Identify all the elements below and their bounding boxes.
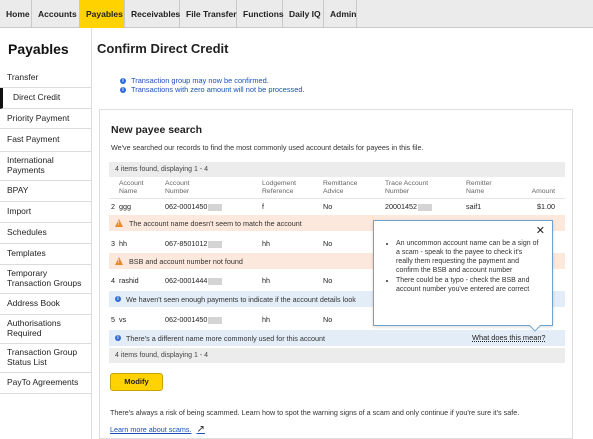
- tab-daily-iq[interactable]: Daily IQ: [283, 0, 324, 28]
- items-found-footer: 4 items found, displaying 1 - 4: [109, 348, 565, 363]
- remittance-advice: No: [323, 202, 333, 211]
- info-row-text: There's a different name more commonly u…: [126, 333, 325, 343]
- tab-home[interactable]: Home: [0, 0, 32, 28]
- lodgement-reference: hh: [262, 239, 270, 248]
- masked-digits: [208, 203, 223, 211]
- scam-warning-text: There's always a risk of being scammed. …: [110, 408, 520, 417]
- lodgement-reference: hh: [262, 315, 270, 324]
- account-name: ggg: [119, 202, 131, 211]
- sidebar-item-direct-credit[interactable]: Direct Credit: [0, 88, 91, 109]
- row-index: 2: [111, 202, 115, 211]
- masked-digits: [208, 277, 223, 285]
- info-icon: i: [115, 335, 121, 341]
- sidebar-item-import[interactable]: Import: [0, 202, 91, 223]
- account-number-text: 062-0001450: [165, 202, 208, 211]
- tab-file-transfer[interactable]: File Transfer: [180, 0, 237, 28]
- remitter-name: saif1: [466, 202, 482, 211]
- items-found-header: 4 items found, displaying 1 - 4: [109, 162, 565, 177]
- trace-account-number: 20001452: [385, 202, 432, 211]
- tab-accounts[interactable]: Accounts: [32, 0, 80, 28]
- info-row-text: We haven't seen enough payments to indic…: [126, 294, 356, 304]
- panel-title: New payee search: [111, 124, 203, 136]
- sidebar-title: Payables: [8, 41, 69, 57]
- sidebar-item-payto-agreements[interactable]: PayTo Agreements: [0, 373, 91, 394]
- info-icon: i: [120, 77, 126, 84]
- column-header-remitter-name: Remitter Name: [466, 180, 492, 195]
- sidebar-item-transaction-group-status-list[interactable]: Transaction Group Status List: [0, 344, 91, 373]
- row-index: 4: [111, 276, 115, 285]
- tab-receivables[interactable]: Receivables: [125, 0, 180, 28]
- column-header-account-number: Account Number: [165, 180, 190, 195]
- account-name: vs: [119, 315, 127, 324]
- account-number-text: 062-0001450: [165, 315, 208, 324]
- row-divider: [109, 198, 565, 199]
- account-number-text: 062-0001444: [165, 276, 208, 285]
- info-message-confirm: i Transaction group may now be confirmed…: [120, 76, 269, 85]
- warning-text: BSB and account number not found: [129, 256, 243, 266]
- info-message-text: Transactions with zero amount will not b…: [131, 85, 305, 94]
- tab-payables[interactable]: Payables: [80, 0, 125, 28]
- row-index: 5: [111, 315, 115, 324]
- amount: $1.00: [537, 202, 555, 211]
- warning-icon: !: [115, 257, 123, 265]
- account-number: 062-0001450: [165, 202, 223, 211]
- learn-more-text[interactable]: Learn more about scams.: [110, 425, 192, 434]
- trace-account-number-text: 20001452: [385, 202, 417, 211]
- learn-more-link[interactable]: Learn more about scams. ↗: [110, 424, 205, 435]
- remittance-advice: No: [323, 315, 333, 324]
- remittance-advice: No: [323, 276, 333, 285]
- column-header-trace-account-number: Trace Account Number: [385, 180, 429, 195]
- sidebar-item-fast-payment[interactable]: Fast Payment: [0, 129, 91, 152]
- account-name: hh: [119, 239, 127, 248]
- lodgement-reference: hh: [262, 276, 270, 285]
- account-number: 062-0001444: [165, 276, 223, 285]
- masked-digits: [208, 316, 223, 324]
- popup-point: There could be a typo - check the BSB an…: [396, 276, 539, 294]
- popup-list: An uncommon account name can be a sign o…: [387, 239, 539, 296]
- sidebar-item-authorisations-required[interactable]: Authorisations Required: [0, 315, 91, 344]
- tab-functions[interactable]: Functions: [237, 0, 284, 28]
- sidebar-item-templates[interactable]: Templates: [0, 244, 91, 265]
- warning-text: The account name doesn't seem to match t…: [129, 218, 302, 228]
- info-message-text: Transaction group may now be confirmed.: [131, 76, 269, 85]
- sidebar-item-international-payments[interactable]: International Payments: [0, 152, 91, 181]
- warning-icon: !: [115, 219, 123, 227]
- sidebar-item-temporary-transaction-groups[interactable]: Temporary Transaction Groups: [0, 265, 91, 294]
- account-number-text: 067-8501012: [165, 239, 208, 248]
- sidebar-item-bpay[interactable]: BPAY: [0, 181, 91, 202]
- page-title: Confirm Direct Credit: [97, 41, 229, 56]
- masked-digits: [417, 203, 432, 211]
- masked-digits: [208, 240, 223, 248]
- remittance-advice: No: [323, 239, 333, 248]
- tab-admin[interactable]: Admin: [324, 0, 357, 28]
- column-header-remittance-advice: Remittance Advice: [323, 180, 358, 195]
- column-header-lodgement-reference: Lodgement Reference: [262, 180, 297, 195]
- popup-point: An uncommon account name can be a sign o…: [396, 239, 539, 275]
- lodgement-reference: f: [262, 202, 264, 211]
- row-index: 3: [111, 239, 115, 248]
- column-header-account-name: Account Name: [119, 180, 144, 195]
- sidebar-item-transfer[interactable]: Transfer: [0, 69, 91, 88]
- what-does-this-mean-link[interactable]: What does this mean?: [472, 333, 546, 342]
- sidebar: Payables Transfer Direct Credit Priority…: [0, 28, 92, 439]
- close-icon[interactable]: ✕: [536, 226, 545, 237]
- info-icon: i: [115, 296, 121, 302]
- sidebar-item-schedules[interactable]: Schedules: [0, 223, 91, 244]
- sidebar-item-address-book[interactable]: Address Book: [0, 294, 91, 315]
- explanation-popup: ✕ An uncommon account name can be a sign…: [373, 220, 553, 326]
- account-number: 062-0001450: [165, 315, 223, 324]
- info-icon: i: [120, 86, 126, 93]
- panel-subtitle: We've searched our records to find the m…: [111, 143, 424, 152]
- account-name: rashid: [119, 276, 139, 285]
- info-message-zero-amount: i Transactions with zero amount will not…: [120, 85, 305, 94]
- sidebar-item-priority-payment[interactable]: Priority Payment: [0, 109, 91, 129]
- external-link-icon: ↗: [196, 424, 205, 435]
- top-navigation: Home Accounts Payables Receivables File …: [0, 0, 593, 28]
- modify-button[interactable]: Modify: [110, 373, 163, 391]
- column-header-amount: Amount: [531, 188, 555, 195]
- account-number: 067-8501012: [165, 239, 223, 248]
